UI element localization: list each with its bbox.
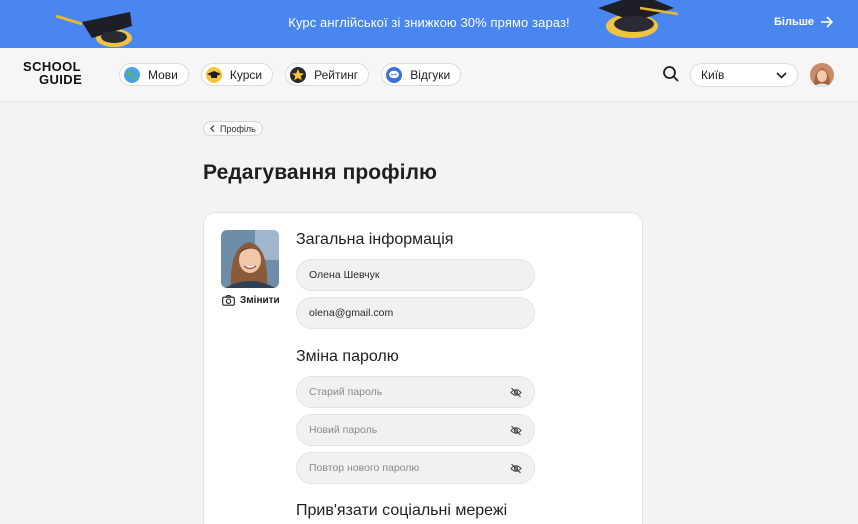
password-change-title: Зміна паролю	[296, 348, 399, 365]
search-icon[interactable]	[662, 65, 680, 83]
star-icon	[289, 66, 307, 84]
eye-off-icon[interactable]	[510, 387, 522, 398]
new-password-field[interactable]: Новий пароль	[296, 414, 535, 446]
nav-item-label: Відгуки	[410, 67, 451, 82]
page-title: Редагування профілю	[203, 161, 438, 184]
city-select-value: Київ	[701, 68, 725, 82]
change-photo-label: Змінити	[240, 295, 280, 306]
globe-icon	[123, 66, 141, 84]
nav-item-label: Курси	[229, 67, 263, 82]
breadcrumb-back-profile[interactable]: Профіль	[203, 121, 263, 136]
email-field-value: olena@gmail.com	[309, 307, 394, 319]
old-password-field[interactable]: Старий пароль	[296, 376, 535, 408]
arrow-right-icon	[821, 16, 834, 28]
breadcrumb-label: Профіль	[220, 123, 256, 134]
profile-photo	[221, 230, 279, 288]
nav-item-reviews[interactable]: Відгуки	[381, 63, 462, 86]
city-select[interactable]: Київ	[690, 63, 798, 87]
eye-off-icon[interactable]	[510, 463, 522, 474]
chat-bubble-icon	[385, 66, 403, 84]
main-nav: Мови Курси Рейтинг Відгуки	[119, 63, 462, 86]
promo-text: Курс англійської зі знижкою 30% прямо за…	[288, 15, 570, 30]
logo-line-2: GUIDE	[39, 72, 83, 87]
nav-item-rating[interactable]: Рейтинг	[285, 63, 370, 86]
chevron-down-icon	[776, 71, 787, 79]
site-header: SCHOOL GUIDE Мови Курси Рейтинг Відгуки …	[0, 48, 858, 102]
nav-item-label: Мови	[148, 67, 178, 82]
social-links-title: Прив'язати соціальні мережі	[296, 502, 508, 519]
chevron-left-icon	[210, 125, 215, 132]
name-field[interactable]: Олена Шевчук	[296, 259, 535, 291]
user-avatar[interactable]	[810, 63, 834, 87]
email-field[interactable]: olena@gmail.com	[296, 297, 535, 329]
graduation-cap-icon	[598, 0, 679, 38]
nav-item-label: Рейтинг	[314, 67, 359, 82]
promo-more-label: Більше	[774, 16, 814, 28]
profile-edit-card: Змінити Загальна інформація Олена Шевчук…	[203, 212, 643, 524]
promo-banner: Курс англійської зі знижкою 30% прямо за…	[0, 0, 858, 48]
general-info-title: Загальна інформація	[296, 231, 454, 248]
new-password-placeholder: Новий пароль	[309, 424, 378, 436]
name-field-value: Олена Шевчук	[309, 269, 380, 281]
school-guide-logo[interactable]: SCHOOL GUIDE	[23, 60, 82, 86]
promo-more-link[interactable]: Більше	[774, 16, 834, 28]
repeat-password-placeholder: Повтор нового паролю	[309, 462, 420, 474]
change-photo-button[interactable]: Змінити	[222, 295, 280, 306]
old-password-placeholder: Старий пароль	[309, 386, 383, 398]
nav-item-languages[interactable]: Мови	[119, 63, 189, 86]
eye-off-icon[interactable]	[510, 425, 522, 436]
camera-icon	[222, 295, 235, 306]
repeat-password-field[interactable]: Повтор нового паролю	[296, 452, 535, 484]
nav-item-courses[interactable]: Курси	[200, 63, 274, 86]
graduation-cap-icon	[205, 66, 223, 84]
